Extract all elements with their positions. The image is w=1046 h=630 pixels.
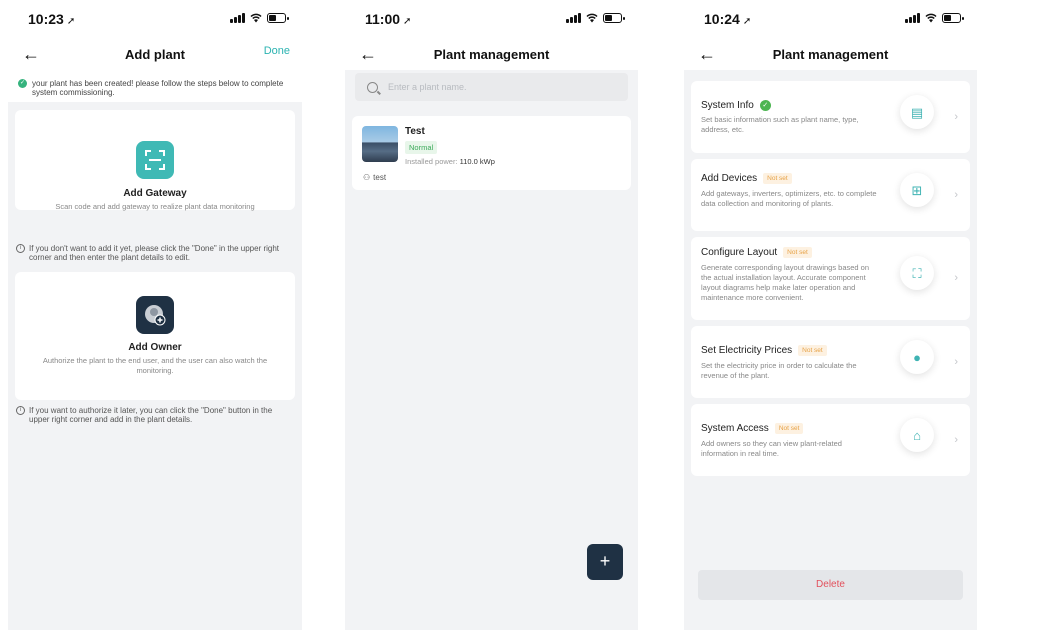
- page-title: Plant management: [772, 47, 889, 62]
- status-icons: [566, 13, 625, 23]
- wifi-icon: [250, 13, 262, 23]
- battery-icon: [942, 13, 964, 23]
- step-add-devices[interactable]: Add Devices Not set Add gateways, inverte…: [691, 159, 970, 231]
- add-plant-screen: 10:23 ➚ ← Add plant Done ✓ your plant has…: [8, 0, 302, 630]
- search-icon: [367, 81, 378, 93]
- signal-icon: [905, 13, 920, 23]
- add-gateway-title: Add Gateway: [123, 188, 187, 199]
- user-icon: ⚇: [363, 173, 371, 182]
- plant-setup-screen: 10:24 ➚ ← Plant management System Info ✓ S…: [684, 0, 977, 630]
- status-icons: [905, 13, 964, 23]
- step-desc: Generate corresponding layout drawings b…: [701, 263, 870, 302]
- plant-owner: ⚇ test: [363, 173, 387, 182]
- notice-text: your plant has been created! please foll…: [32, 79, 284, 97]
- gateway-hint-text: If you don't want to add it yet, please …: [29, 244, 280, 262]
- nav-bar: ← Add plant Done: [8, 40, 302, 70]
- step-title: System Info ✓: [701, 100, 771, 111]
- nav-bar: ← Plant management: [684, 40, 977, 70]
- step-title: Configure Layout Not set: [701, 247, 812, 258]
- chevron-right-icon: ›: [954, 111, 958, 123]
- done-button[interactable]: Done: [264, 45, 290, 57]
- chevron-right-icon: ›: [954, 272, 958, 284]
- gateway-hint: i If you don't want to add it yet, pleas…: [16, 244, 294, 262]
- wifi-icon: [925, 13, 937, 23]
- location-arrow-icon: ➚: [66, 16, 76, 27]
- check-circle-icon: ✓: [759, 100, 771, 111]
- status-icons: [230, 13, 289, 23]
- search-bar[interactable]: [355, 73, 628, 101]
- step-desc: Add gateways, inverters, optimizers, etc…: [701, 189, 877, 208]
- nav-bar: ← Plant management: [345, 40, 638, 70]
- search-input[interactable]: [388, 82, 588, 92]
- battery-icon: [603, 13, 625, 23]
- status-time: 10:24 ➚: [704, 11, 752, 27]
- plant-thumbnail: [362, 126, 398, 162]
- step-system-access[interactable]: System Access Not set Add owners so they …: [691, 404, 970, 476]
- chevron-right-icon: ›: [954, 356, 958, 368]
- status-badge: Not set: [798, 345, 827, 356]
- step-system-info[interactable]: System Info ✓ Set basic information such …: [691, 81, 970, 153]
- router-icon: ⊞: [900, 173, 934, 207]
- status-badge: Not set: [774, 423, 804, 434]
- add-gateway-desc: Scan code and add gateway to realize pla…: [55, 202, 255, 211]
- chevron-right-icon: ›: [954, 189, 958, 201]
- step-desc: Add owners so they can view plant-relate…: [701, 439, 842, 458]
- scan-icon: [136, 141, 174, 179]
- owner-hint: i If you want to authorize it later, you…: [16, 406, 294, 424]
- info-icon: i: [16, 406, 25, 415]
- plant-list-screen: 11:00➚ ← Plant management Test Normal In…: [345, 0, 638, 630]
- add-owner-desc: Authorize the plant to the end user, and…: [42, 356, 268, 375]
- step-title: Add Devices Not set: [701, 173, 792, 184]
- signal-icon: [230, 13, 245, 23]
- add-plant-button[interactable]: +: [587, 544, 623, 580]
- owner-hint-text: If you want to authorize it later, you c…: [29, 406, 273, 424]
- status-badge: Not set: [783, 247, 812, 258]
- price-icon: ●: [900, 340, 934, 374]
- add-owner-card[interactable]: Add Owner Authorize the plant to the end…: [15, 272, 295, 400]
- document-icon: ▤: [900, 95, 934, 129]
- wifi-icon: [586, 13, 598, 23]
- success-notice: ✓ your plant has been created! please fo…: [8, 70, 302, 102]
- page-title: Plant management: [433, 47, 550, 62]
- add-owner-title: Add Owner: [128, 342, 182, 353]
- status-bar: 11:00 ➚: [345, 0, 638, 40]
- location-arrow-icon: ➚: [403, 16, 412, 27]
- step-electricity-prices[interactable]: Set Electricity Prices Not set Set the el…: [691, 326, 970, 398]
- signal-icon: [566, 13, 581, 23]
- owner-icon: [136, 296, 174, 334]
- step-title: Set Electricity Prices Not set: [701, 345, 827, 356]
- status-badge: Not set: [763, 173, 792, 184]
- installed-power: Installed power: 110.0 kWp: [405, 157, 495, 166]
- info-icon: i: [16, 244, 25, 253]
- status-time: 10:23 ➚: [28, 11, 76, 27]
- plant-list-item[interactable]: Test Normal Installed power: 110.0 kWp ⚇…: [352, 116, 631, 190]
- add-gateway-card[interactable]: Add Gateway Scan code and add gateway to…: [15, 110, 295, 211]
- step-desc: Set the electricity price in order to ca…: [701, 361, 857, 380]
- step-desc: Set basic information such as plant name…: [701, 115, 859, 134]
- status-badge: Normal: [405, 141, 438, 154]
- step-title: System Access Not set: [701, 423, 804, 434]
- status-time: 11:00 ➚: [365, 11, 412, 27]
- access-icon: ⌂: [900, 418, 934, 452]
- delete-button[interactable]: Delete: [698, 570, 963, 600]
- status-bar: 10:24 ➚: [684, 0, 977, 40]
- battery-icon: [267, 13, 289, 23]
- hierarchy-icon: ⛶: [900, 256, 934, 290]
- plant-name: Test: [405, 126, 425, 137]
- location-arrow-icon: ➚: [742, 16, 752, 27]
- status-bar: 10:23 ➚: [8, 0, 302, 40]
- check-circle-icon: ✓: [18, 79, 27, 88]
- page-title: Add plant: [125, 47, 185, 62]
- chevron-right-icon: ›: [954, 434, 958, 446]
- step-configure-layout[interactable]: Configure Layout Not set Generate corresp…: [691, 237, 970, 320]
